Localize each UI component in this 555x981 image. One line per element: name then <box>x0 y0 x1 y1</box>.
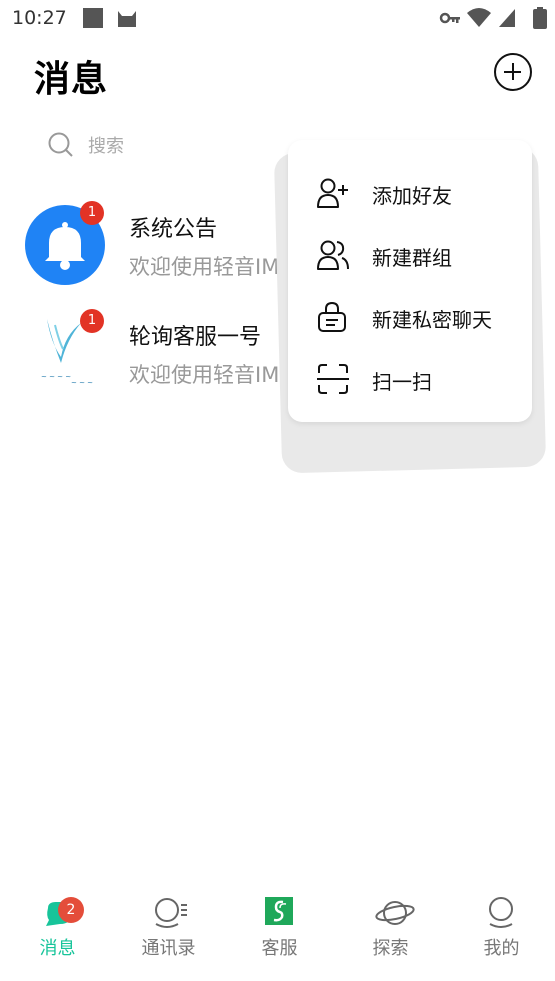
add-button[interactable] <box>494 53 532 91</box>
tab-label: 我的 <box>483 938 520 959</box>
signal-icon <box>499 9 515 27</box>
tab-label: 探索 <box>372 938 409 959</box>
menu-item-add-friend[interactable]: 添加好友 <box>288 165 532 219</box>
notification-square-icon <box>83 8 103 28</box>
contacts-icon <box>155 898 187 928</box>
group-icon <box>317 240 349 270</box>
menu-label: 添加好友 <box>372 184 452 208</box>
svg-text:~ ~ ~ ~: ~ ~ ~ ~ <box>41 373 71 381</box>
conversation-name: 轮询客服一号 <box>129 325 262 350</box>
tab-label: 客服 <box>261 938 298 959</box>
tab-label: 消息 <box>39 938 76 959</box>
svg-text:~ ~ ~: ~ ~ ~ <box>71 379 93 387</box>
planet-icon <box>375 901 415 925</box>
popup-menu: 添加好友 新建群组 新建私密聊天 扫一扫 <box>288 140 532 422</box>
menu-label: 新建群组 <box>372 246 452 270</box>
scan-icon <box>317 364 349 394</box>
profile-icon <box>489 897 513 928</box>
conversation-preview: 欢迎使用轻音IM <box>129 255 280 279</box>
battery-icon <box>533 7 547 29</box>
bottom-tab-bar: 2 消息 通讯录 客服 探索 我的 <box>0 888 555 981</box>
unread-badge: 1 <box>80 201 104 225</box>
conversation-preview: 欢迎使用轻音IM <box>129 363 280 387</box>
tab-explore[interactable]: 探索 <box>335 888 446 968</box>
tab-profile[interactable]: 我的 <box>446 888 555 968</box>
cat-icon <box>118 11 136 27</box>
wifi-icon <box>467 8 491 27</box>
tab-customer-service[interactable]: 客服 <box>224 888 335 968</box>
tab-badge: 2 <box>58 897 84 923</box>
lock-icon <box>318 301 346 332</box>
service-icon <box>265 897 293 925</box>
conversation-item[interactable]: 1 系统公告 欢迎使用轻音IM <box>0 201 300 305</box>
search-placeholder: 搜索 <box>88 136 124 157</box>
menu-label: 扫一扫 <box>372 370 432 394</box>
search-bar[interactable]: 搜索 <box>36 118 286 170</box>
conversation-item[interactable]: ~ ~ ~ ~ ~ ~ ~ 1 轮询客服一号 欢迎使用轻音IM <box>0 309 300 413</box>
menu-item-private-chat[interactable]: 新建私密聊天 <box>288 289 532 343</box>
unread-badge: 1 <box>80 309 104 333</box>
tab-label: 通讯录 <box>141 938 196 959</box>
tab-contacts[interactable]: 通讯录 <box>113 888 224 968</box>
status-time: 10:27 <box>12 7 67 29</box>
menu-item-scan[interactable]: 扫一扫 <box>288 351 532 405</box>
page-title: 消息 <box>34 59 109 100</box>
menu-label: 新建私密聊天 <box>372 308 492 332</box>
add-friend-icon <box>317 178 348 208</box>
search-icon <box>48 132 73 157</box>
conversation-name: 系统公告 <box>129 217 218 242</box>
menu-item-new-group[interactable]: 新建群组 <box>288 227 532 281</box>
key-icon <box>439 12 460 24</box>
tab-messages[interactable]: 2 消息 <box>2 888 113 968</box>
status-bar: 10:27 <box>0 0 555 36</box>
